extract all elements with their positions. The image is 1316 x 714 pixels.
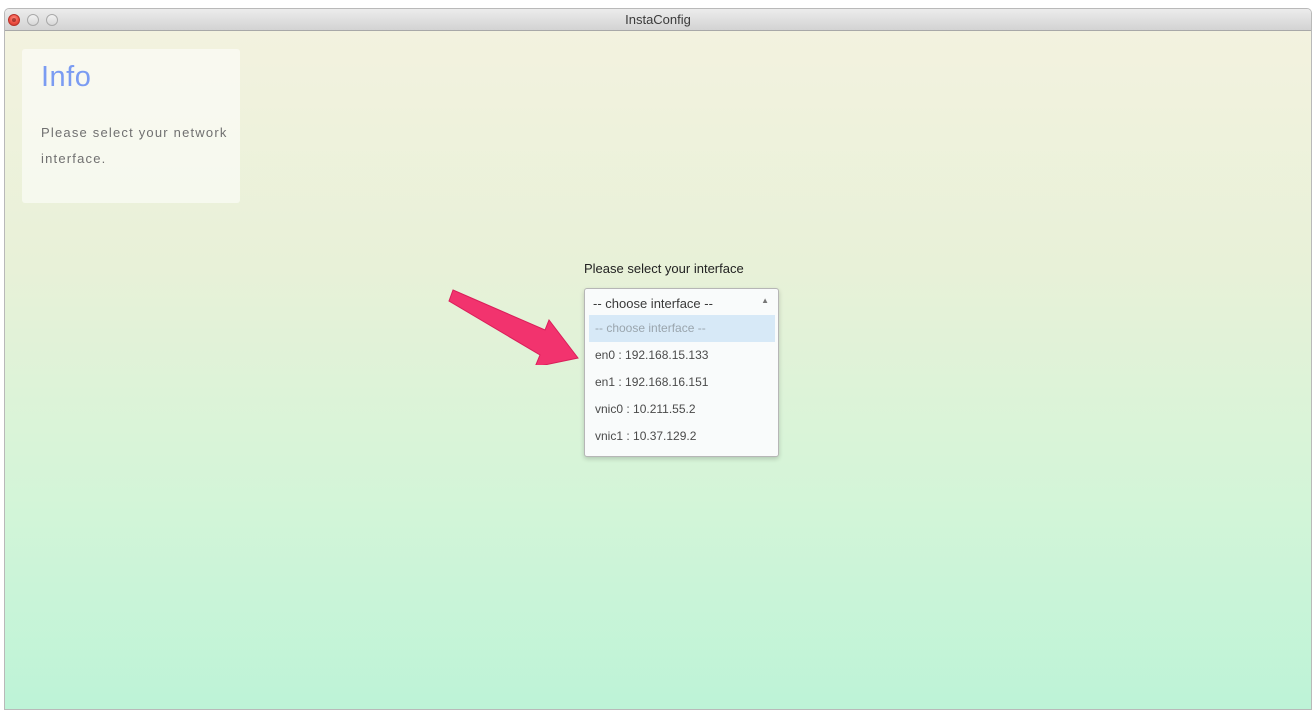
interface-option-list: -- choose interface -- en0 : 192.168.15.…	[589, 315, 775, 450]
interface-select-label: Please select your interface	[584, 261, 744, 276]
info-text: Please select your network interface.	[41, 125, 228, 166]
annotation-arrow-icon	[448, 289, 579, 365]
interface-option[interactable]: vnic1 : 10.37.129.2	[589, 423, 775, 450]
interface-option[interactable]: en1 : 192.168.16.151	[589, 369, 775, 396]
window-title: InstaConfig	[625, 12, 691, 27]
interface-option[interactable]: -- choose interface --	[589, 315, 775, 342]
interface-select[interactable]: -- choose interface -- ▲ -- choose inter…	[584, 288, 779, 457]
title-bar: InstaConfig	[5, 9, 1311, 31]
interface-select-value[interactable]: -- choose interface --	[593, 296, 713, 311]
interface-option[interactable]: en0 : 192.168.15.133	[589, 342, 775, 369]
interface-option[interactable]: vnic0 : 10.211.55.2	[589, 396, 775, 423]
app-window: InstaConfig Info Please select your netw…	[5, 9, 1311, 709]
chevron-up-icon[interactable]: ▲	[761, 296, 769, 305]
info-title: Info	[41, 61, 92, 93]
info-panel: Info Please select your network interfac…	[22, 49, 240, 203]
main-content: Info Please select your network interfac…	[5, 31, 1311, 709]
